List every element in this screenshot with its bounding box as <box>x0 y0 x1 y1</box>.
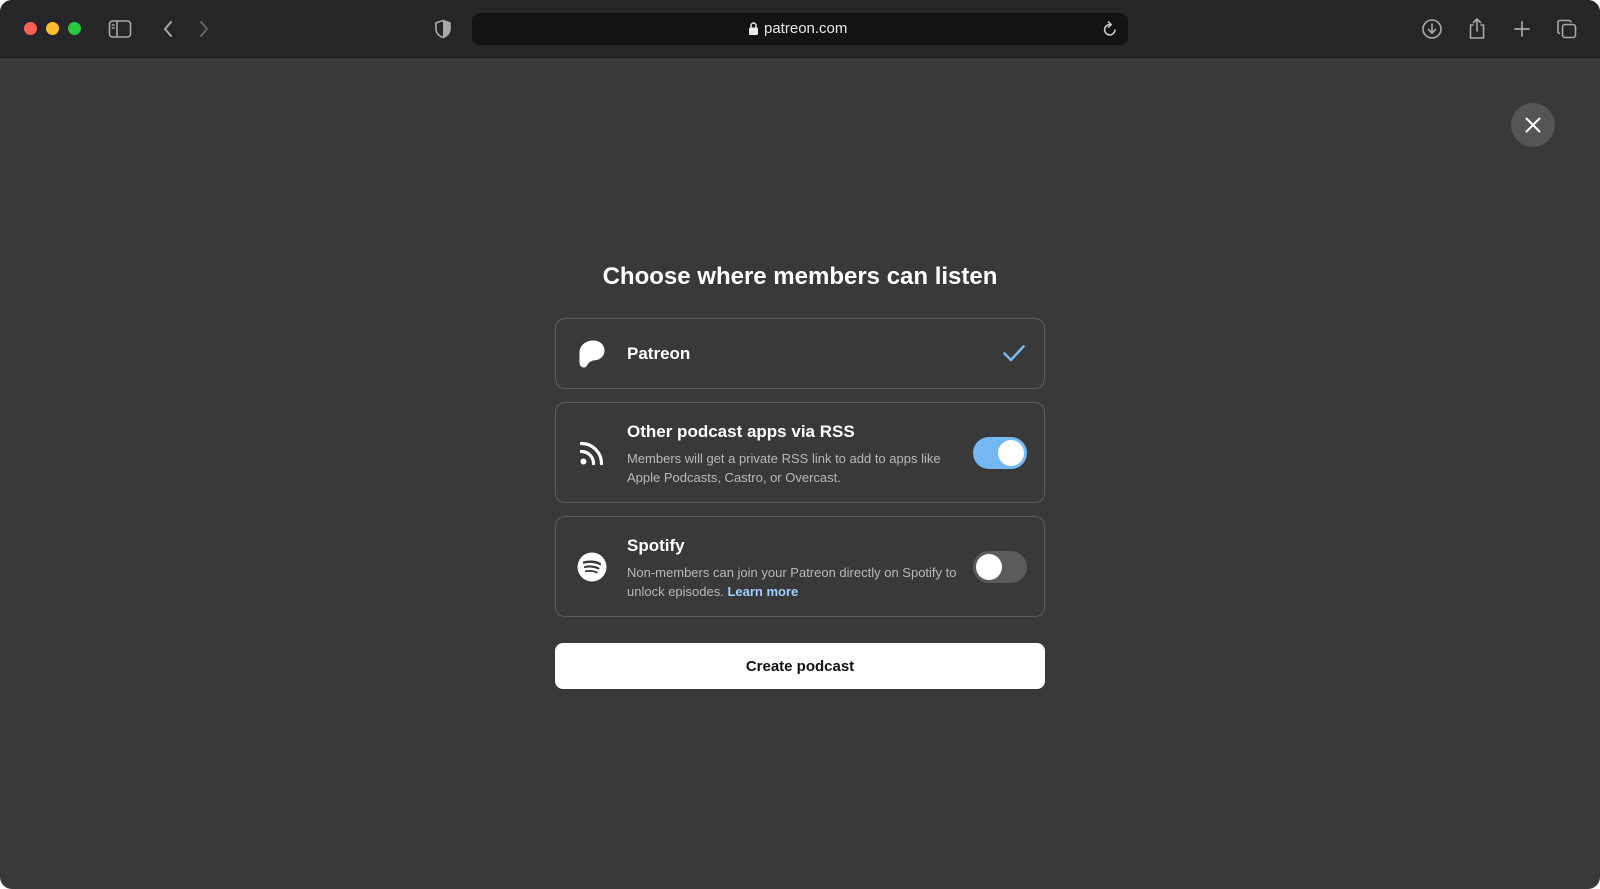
create-podcast-button[interactable]: Create podcast <box>555 643 1045 689</box>
option-label: Patreon <box>627 344 691 363</box>
toggle-knob <box>976 554 1002 580</box>
browser-window: patreon.com Choose where members can lis… <box>0 0 1600 889</box>
back-icon[interactable] <box>156 17 180 41</box>
checkmark-icon <box>1003 345 1025 362</box>
tabs-overview-icon[interactable] <box>1555 17 1579 41</box>
option-rss: Other podcast apps via RSS Members will … <box>555 402 1045 503</box>
spotify-toggle[interactable] <box>973 551 1027 583</box>
close-window-button[interactable] <box>24 22 37 35</box>
option-description: Members will get a private RSS link to a… <box>627 451 941 485</box>
option-description: Non-members can join your Patreon direct… <box>627 563 957 601</box>
rss-toggle[interactable] <box>973 437 1027 469</box>
patreon-logo-icon <box>577 339 607 369</box>
zoom-window-button[interactable] <box>68 22 81 35</box>
sidebar-icon[interactable] <box>108 17 132 41</box>
spotify-icon <box>577 552 607 582</box>
address-bar[interactable]: patreon.com <box>472 13 1128 45</box>
option-label: Other podcast apps via RSS <box>627 422 855 441</box>
option-label: Spotify <box>627 536 685 555</box>
close-modal-button[interactable] <box>1511 103 1555 147</box>
reload-icon[interactable] <box>1102 20 1118 38</box>
option-patreon[interactable]: Patreon <box>555 318 1045 389</box>
close-icon <box>1525 117 1541 133</box>
share-icon[interactable] <box>1465 17 1489 41</box>
modal-title: Choose where members can listen <box>602 263 998 290</box>
download-icon[interactable] <box>1420 17 1444 41</box>
lock-icon <box>749 22 758 35</box>
address-url: patreon.com <box>764 20 848 37</box>
browser-toolbar: patreon.com <box>0 0 1600 58</box>
toggle-knob <box>998 440 1024 466</box>
learn-more-link[interactable]: Learn more <box>727 584 798 599</box>
rss-icon <box>577 438 607 468</box>
shield-icon[interactable] <box>431 17 455 41</box>
new-tab-icon[interactable] <box>1510 17 1534 41</box>
minimize-window-button[interactable] <box>46 22 59 35</box>
option-spotify: Spotify Non-members can join your Patreo… <box>555 516 1045 617</box>
forward-icon[interactable] <box>192 17 216 41</box>
